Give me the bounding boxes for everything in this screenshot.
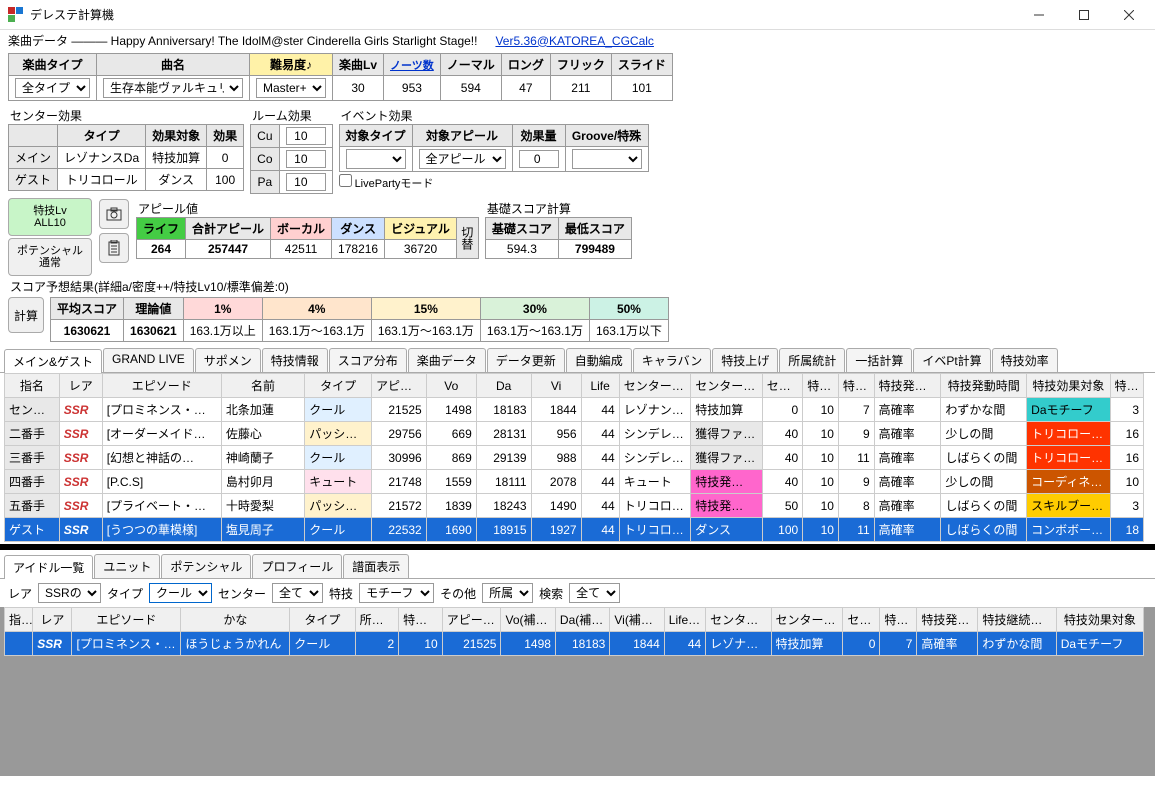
- tab-3[interactable]: 特技情報: [262, 348, 328, 372]
- filter-search-select[interactable]: 全て: [569, 583, 620, 603]
- tab-5[interactable]: 楽曲データ: [408, 348, 486, 372]
- calc-button[interactable]: 計算: [8, 297, 44, 333]
- lower-tab-0[interactable]: アイドル一覧: [4, 555, 93, 579]
- event-amount-input[interactable]: [519, 150, 559, 168]
- lower-tabbar: アイドル一覧ユニットポテンシャルプロフィール譜面表示: [0, 554, 1155, 579]
- song-slide: 101: [611, 76, 672, 101]
- notes-link[interactable]: ノーツ数: [390, 60, 434, 72]
- appeal-toggle[interactable]: 切替: [456, 218, 478, 259]
- song-col-lv: 楽曲Lv: [333, 54, 384, 76]
- table-row[interactable]: 三番手SSR[幻想と神話の…神崎蘭子クール309968692913998844シ…: [5, 446, 1144, 470]
- camera-icon[interactable]: [99, 199, 129, 229]
- room-cu-input[interactable]: [286, 127, 326, 145]
- titlebar: デレステ計算機: [0, 0, 1155, 30]
- tab-13[interactable]: 特技効率: [992, 348, 1058, 372]
- filter-bar: レアSSRの タイプクール センター全て 特技モチーフ その他所属 検索全て: [0, 579, 1155, 607]
- tab-6[interactable]: データ更新: [487, 348, 565, 372]
- main-unit-grid[interactable]: 指名レアエピソード名前タイプアピール合計VoDaViLifeセンター効果タイプセ…: [4, 373, 1144, 542]
- appeal-table: ライフ合計アピールボーカルダンスビジュアル切替 2642574474251117…: [136, 217, 479, 259]
- table-row[interactable]: 四番手SSR[P.C.S]島村卯月キュート2174815591811120784…: [5, 470, 1144, 494]
- tab-4[interactable]: スコア分布: [329, 348, 407, 372]
- lower-tab-4[interactable]: 譜面表示: [343, 554, 409, 578]
- close-button[interactable]: [1106, 0, 1151, 30]
- tab-11[interactable]: 一括計算: [846, 348, 912, 372]
- song-data-title: 楽曲データ ――― Happy Anniversary! The IdolM@s…: [8, 32, 477, 49]
- table-row[interactable]: ゲストSSR[うつつの華模様]塩見周子クール225321690189151927…: [5, 518, 1144, 542]
- center-table: タイプ効果対象効果 メインレゾナンスDa特技加算0 ゲストトリコロールダンス10…: [8, 124, 244, 191]
- maximize-button[interactable]: [1061, 0, 1106, 30]
- liveparty-checkbox[interactable]: [339, 174, 352, 187]
- song-col-normal: ノーマル: [440, 54, 501, 76]
- song-table: 楽曲タイプ 曲名 難易度♪ 楽曲Lv ノーツ数 ノーマル ロング フリック スラ…: [8, 53, 673, 101]
- song-notes: 953: [384, 76, 441, 101]
- room-co-input[interactable]: [286, 150, 326, 168]
- filter-etc-select[interactable]: 所属: [482, 583, 533, 603]
- header-row: 楽曲データ ――― Happy Anniversary! The IdolM@s…: [0, 30, 1155, 51]
- event-effect-title: イベント効果: [341, 107, 649, 124]
- tab-1[interactable]: GRAND LIVE: [103, 348, 194, 372]
- filter-center-select[interactable]: 全て: [272, 583, 323, 603]
- song-col-slide: スライド: [611, 54, 672, 76]
- song-flick: 211: [550, 76, 611, 101]
- filter-type-select[interactable]: クール: [149, 583, 212, 603]
- filter-skill-select[interactable]: モチーフ: [359, 583, 434, 603]
- lower-tab-1[interactable]: ユニット: [94, 554, 160, 578]
- idol-list-grid[interactable]: 指名レアエピソードかなタイプ所属数特技Lvアピール合計(補Vo(補正(後)Da(…: [4, 607, 1144, 656]
- table-row[interactable]: センターSSR[プロミネンス・プ…北条加蓮クール2152514981818318…: [5, 398, 1144, 422]
- version-link[interactable]: Ver5.36@KATOREA_CGCalc: [495, 34, 653, 48]
- tab-0[interactable]: メイン&ゲスト: [4, 349, 102, 373]
- window-title: デレステ計算機: [30, 6, 1016, 23]
- song-col-diff: 難易度♪: [250, 54, 333, 76]
- liveparty-checkbox-wrap[interactable]: LivePartyモード: [339, 174, 649, 191]
- song-long: 47: [501, 76, 550, 101]
- basescore-table: 基礎スコア最低スコア 594.3799489: [485, 217, 632, 259]
- basescore-title: 基礎スコア計算: [487, 200, 632, 217]
- skill-lv-all-button[interactable]: 特技Lv ALL10: [8, 198, 92, 236]
- appeal-title: アピール値: [138, 200, 479, 217]
- event-table: 対象タイプ対象アピール効果量Groove/特殊 全アピール: [339, 124, 649, 172]
- room-pa-input[interactable]: [286, 173, 326, 191]
- tab-7[interactable]: 自動編成: [566, 348, 632, 372]
- event-type-select[interactable]: [346, 149, 406, 169]
- table-row[interactable]: SSR[プロミネンス・プ…ほうじょうかれんクール2102152514981818…: [5, 632, 1144, 656]
- song-col-type: 楽曲タイプ: [9, 54, 97, 76]
- tab-9[interactable]: 特技上げ: [712, 348, 778, 372]
- potential-button[interactable]: ポテンシャル 通常: [8, 238, 92, 276]
- song-normal: 594: [440, 76, 501, 101]
- table-row[interactable]: 五番手SSR[プライベート・メ…十時愛梨パッション215721839182431…: [5, 494, 1144, 518]
- clipboard-icon[interactable]: [99, 233, 129, 263]
- song-col-flick: フリック: [550, 54, 611, 76]
- lower-tab-3[interactable]: プロフィール: [252, 554, 342, 578]
- score-pred-title: スコア予想結果(詳細a/密度++/特技Lv10/標準偏差:0): [10, 280, 289, 294]
- room-table: Cu Co Pa: [250, 124, 332, 194]
- event-appeal-select[interactable]: 全アピール: [419, 149, 506, 169]
- score-table: 平均スコア 理論値 1% 4% 15% 30% 50% 1630621 1630…: [50, 297, 669, 342]
- tab-12[interactable]: イベPt計算: [913, 348, 990, 372]
- tab-2[interactable]: サポメン: [195, 348, 261, 372]
- splitter[interactable]: [0, 544, 1155, 550]
- song-col-long: ロング: [501, 54, 550, 76]
- main-tabbar: メイン&ゲストGRAND LIVEサポメン特技情報スコア分布楽曲データデータ更新…: [0, 348, 1155, 373]
- tab-8[interactable]: キャラバン: [633, 348, 711, 372]
- song-diff-select[interactable]: Master+: [256, 78, 326, 98]
- app-icon: [8, 7, 24, 23]
- song-type-select[interactable]: 全タイプ: [15, 78, 90, 98]
- song-col-name: 曲名: [97, 54, 250, 76]
- lower-tab-2[interactable]: ポテンシャル: [161, 554, 251, 578]
- minimize-button[interactable]: [1016, 0, 1061, 30]
- filter-rare-select[interactable]: SSRの: [38, 583, 101, 603]
- center-effect-title: センター効果: [10, 107, 244, 124]
- room-effect-title: ルーム効果: [252, 107, 332, 124]
- song-name-select[interactable]: 生存本能ヴァルキュリア: [103, 78, 243, 98]
- tab-10[interactable]: 所属統計: [779, 348, 845, 372]
- table-row[interactable]: 二番手SSR[オーダーメイド・…佐藤心パッション2975666928131956…: [5, 422, 1144, 446]
- event-groove-select[interactable]: [572, 149, 642, 169]
- song-lv: 30: [333, 76, 384, 101]
